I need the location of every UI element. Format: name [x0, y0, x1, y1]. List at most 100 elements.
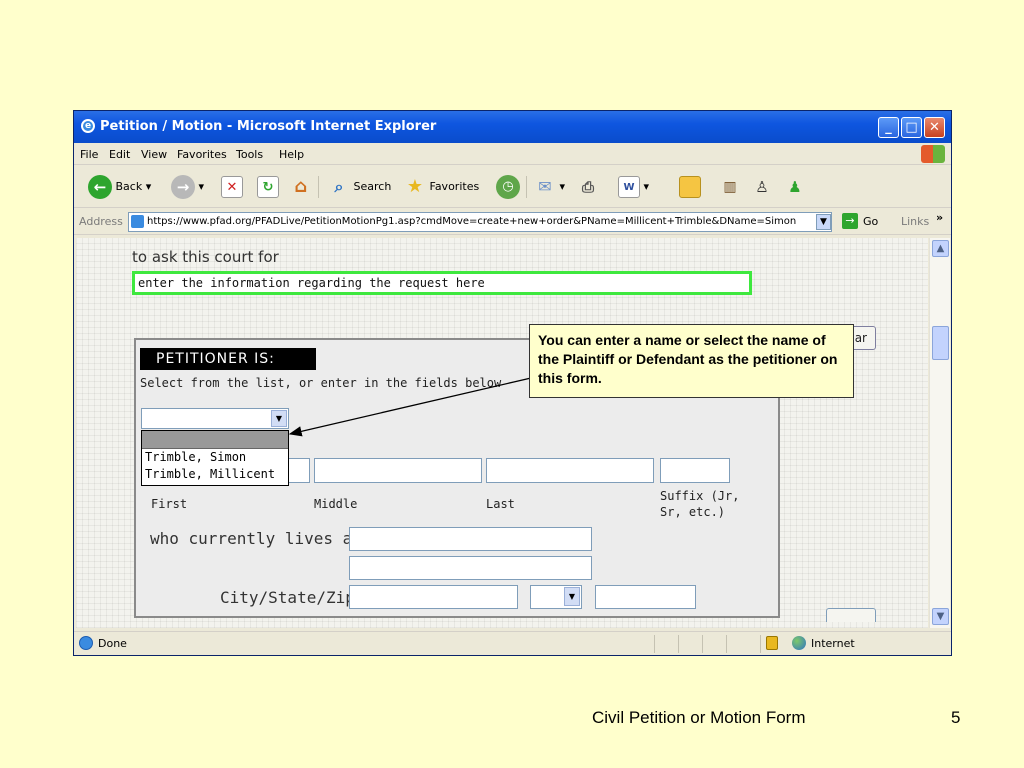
go-button[interactable]: Go [863, 215, 878, 228]
lives-at-label: who currently lives at: [150, 529, 372, 548]
search-button[interactable]: ⌕ Search [328, 175, 392, 199]
address-bar: Address https://www.pfad.org/PFADLive/Pe… [74, 209, 951, 235]
chevron-right-icon[interactable]: » [936, 211, 943, 224]
street-address-2-field[interactable] [349, 556, 592, 580]
address-dropdown-button[interactable]: ▼ [816, 214, 831, 230]
page-content: to ask this court for enter the informat… [76, 238, 928, 628]
mail-button[interactable]: ✉ ▾ [534, 175, 565, 199]
status-divider [702, 635, 703, 653]
messenger-button[interactable]: ♟ [784, 175, 806, 199]
middle-label: Middle [314, 497, 358, 511]
close-button[interactable]: ✕ [924, 117, 945, 138]
menu-file[interactable]: File [80, 148, 98, 161]
contacts-button[interactable]: ♙ [751, 175, 773, 199]
slide-footer: Civil Petition or Motion Form [592, 708, 806, 727]
folder-icon [679, 176, 701, 198]
dropdown-option[interactable]: Trimble, Simon [142, 449, 288, 466]
mail-icon: ✉ [538, 177, 552, 196]
petitioner-instruction: Select from the list, or enter in the fi… [140, 376, 502, 390]
links-label[interactable]: Links [901, 215, 929, 228]
status-divider [760, 635, 761, 653]
windows-flag-icon [921, 145, 945, 163]
status-bar: Done Internet [74, 631, 951, 655]
scroll-thumb[interactable] [932, 326, 949, 360]
suffix-label: Suffix (Jr, Sr, etc.) [660, 489, 740, 519]
petitioner-header: PETITIONER IS: [140, 348, 316, 370]
status-text: Done [98, 637, 127, 650]
ie-page-icon [79, 636, 93, 650]
search-label: Search [353, 180, 392, 193]
suffix-field[interactable] [660, 458, 730, 483]
go-arrow-icon[interactable]: → [842, 213, 858, 229]
street-address-field[interactable] [349, 527, 592, 551]
minimize-button[interactable]: _ [878, 117, 899, 138]
refresh-button[interactable]: ↻ [257, 175, 279, 199]
menu-bar: File Edit View Favorites Tools Help [74, 143, 951, 165]
menu-view[interactable]: View [141, 148, 167, 161]
dropdown-option[interactable]: Trimble, Millicent [142, 466, 288, 483]
security-zone: Internet [811, 637, 855, 650]
partial-button[interactable] [826, 608, 876, 622]
last-name-field[interactable] [486, 458, 654, 483]
menu-tools[interactable]: Tools [236, 148, 263, 161]
window-title: Petition / Motion - Microsoft Internet E… [100, 119, 437, 134]
menu-edit[interactable]: Edit [109, 148, 130, 161]
stop-icon: ✕ [221, 176, 243, 198]
discuss-button[interactable] [679, 175, 701, 199]
stop-button[interactable]: ✕ [221, 175, 243, 199]
history-button[interactable]: ◷ [496, 175, 520, 199]
zip-field[interactable] [595, 585, 696, 609]
print-icon: ⎙ [581, 178, 594, 196]
scroll-up-button[interactable]: ▲ [932, 240, 949, 257]
first-label: First [151, 497, 188, 511]
home-button[interactable]: ⌂ [290, 175, 312, 199]
person-icon: ♙ [755, 178, 769, 196]
maximize-button[interactable]: □ [901, 117, 922, 138]
petitioner-select[interactable]: ▼ [141, 408, 289, 429]
scroll-down-button[interactable]: ▼ [932, 608, 949, 625]
city-state-zip-label: City/State/Zip [220, 588, 355, 607]
search-icon: ⌕ [334, 177, 344, 196]
state-select[interactable]: ▼ [530, 585, 582, 609]
home-icon: ⌂ [294, 176, 308, 197]
back-label: Back [115, 180, 143, 193]
callout-note: You can enter a name or select the name … [529, 324, 854, 398]
city-field[interactable] [349, 585, 518, 609]
research-books-icon: ▥ [723, 179, 737, 195]
print-button[interactable]: ⎙ [577, 175, 599, 199]
chevron-down-icon[interactable]: ▼ [564, 587, 580, 606]
vertical-scrollbar[interactable]: ▲ ▼ [929, 238, 950, 628]
address-label: Address [79, 215, 123, 228]
menu-favorites[interactable]: Favorites [177, 148, 227, 161]
favorites-label: Favorites [429, 180, 480, 193]
back-arrow-icon: ← [88, 175, 112, 199]
forward-button[interactable]: → ▾ [171, 175, 204, 199]
forward-arrow-icon: → [171, 175, 195, 199]
research-button[interactable]: ▥ [719, 175, 741, 199]
messenger-icon: ♟ [788, 178, 802, 196]
url-input[interactable]: https://www.pfad.org/PFADLive/PetitionMo… [128, 212, 832, 232]
menu-help[interactable]: Help [279, 148, 304, 161]
dropdown-option-blank[interactable] [142, 431, 288, 449]
request-input[interactable]: enter the information regarding the requ… [132, 271, 752, 295]
favorites-button[interactable]: ★ Favorites [404, 175, 479, 199]
page-icon [131, 215, 144, 228]
middle-name-field[interactable] [314, 458, 482, 483]
status-divider [726, 635, 727, 653]
title-bar[interactable]: e Petition / Motion - Microsoft Internet… [74, 111, 951, 143]
url-text: https://www.pfad.org/PFADLive/PetitionMo… [147, 216, 797, 227]
slide-number: 5 [951, 708, 961, 727]
chevron-down-icon[interactable]: ▼ [271, 410, 287, 427]
petitioner-dropdown-list: Trimble, Simon Trimble, Millicent [141, 430, 289, 486]
ask-court-text: to ask this court for [132, 248, 279, 266]
ie-logo-icon: e [81, 119, 95, 133]
lock-icon [766, 636, 778, 650]
toolbar: ← Back ▾ → ▾ ✕ ↻ ⌂ ⌕ Search ★ Favorites … [74, 166, 951, 208]
refresh-icon: ↻ [257, 176, 279, 198]
edit-word-button[interactable]: W ▾ [618, 175, 649, 199]
status-divider [678, 635, 679, 653]
status-divider [654, 635, 655, 653]
toolbar-separator [318, 176, 319, 198]
word-icon: W [618, 176, 640, 198]
back-button[interactable]: ← Back ▾ [88, 175, 151, 199]
